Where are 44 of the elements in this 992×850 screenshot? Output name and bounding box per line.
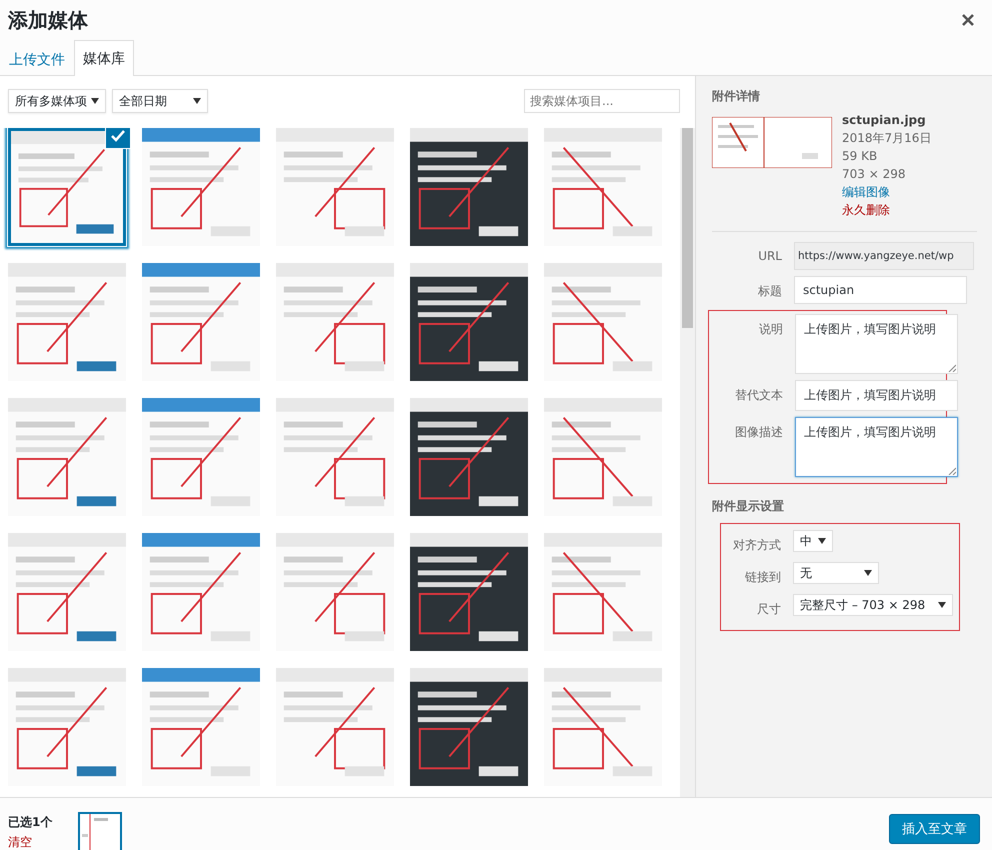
- setting-label: 尺寸: [756, 601, 781, 618]
- caret-icon: [864, 570, 872, 576]
- caret-icon: [91, 98, 99, 104]
- setting-select[interactable]: 完整尺寸 – 703 × 298: [793, 594, 953, 616]
- selection-count: 已选1个: [8, 814, 54, 831]
- scrollbar-thumb[interactable]: [682, 128, 693, 328]
- window-title: 添加媒体: [8, 6, 88, 34]
- field-label: URL: [757, 248, 782, 263]
- text-field[interactable]: https://www.yangzeye.net/wp: [794, 242, 974, 270]
- field-label: 图像描述: [734, 424, 783, 441]
- section-heading: 附件显示设置: [712, 498, 785, 515]
- resize-handle-icon[interactable]: [948, 364, 956, 372]
- delete-link[interactable]: 永久删除: [842, 201, 932, 219]
- field-label: 说明: [758, 321, 783, 338]
- tab[interactable]: 媒体库: [74, 40, 134, 76]
- file-name: sctupian.jpg: [842, 112, 927, 129]
- selected-thumbnail[interactable]: [78, 812, 122, 850]
- tab[interactable]: 上传文件: [0, 42, 74, 76]
- setting-select[interactable]: 无: [793, 562, 879, 584]
- resize-handle-icon[interactable]: [948, 467, 956, 475]
- setting-select[interactable]: 中: [793, 530, 833, 552]
- field-label: 替代文本: [734, 387, 783, 404]
- insert-button[interactable]: 插入至文章: [889, 814, 980, 844]
- type-filter-select[interactable]: 所有多媒体项: [8, 89, 106, 113]
- text-field[interactable]: 上传图片，填写图片说明: [795, 314, 958, 374]
- setting-label: 对齐方式: [732, 537, 781, 554]
- caret-icon: [938, 602, 946, 608]
- image-dimensions: 703 × 298: [842, 166, 906, 183]
- search-field[interactable]: 搜索媒体项目...: [524, 89, 680, 113]
- close-icon[interactable]: [962, 14, 974, 26]
- file-size: 59 KB: [842, 148, 878, 165]
- caret-icon: [193, 98, 201, 104]
- text-field[interactable]: 上传图片，填写图片说明: [795, 417, 958, 477]
- field-label: 标题: [757, 283, 782, 300]
- clear-link[interactable]: 清空: [8, 832, 78, 850]
- section-heading: 附件详情: [712, 88, 761, 105]
- date-filter-select[interactable]: 全部日期: [112, 89, 208, 113]
- edit-image-link[interactable]: 编辑图像: [842, 183, 932, 201]
- setting-label: 链接到: [744, 569, 781, 586]
- caret-icon: [818, 538, 826, 544]
- text-field[interactable]: 上传图片，填写图片说明: [795, 380, 958, 411]
- upload-date: 2018年7月16日: [842, 130, 932, 147]
- text-field[interactable]: sctupian: [794, 276, 967, 304]
- check-icon[interactable]: [106, 128, 130, 148]
